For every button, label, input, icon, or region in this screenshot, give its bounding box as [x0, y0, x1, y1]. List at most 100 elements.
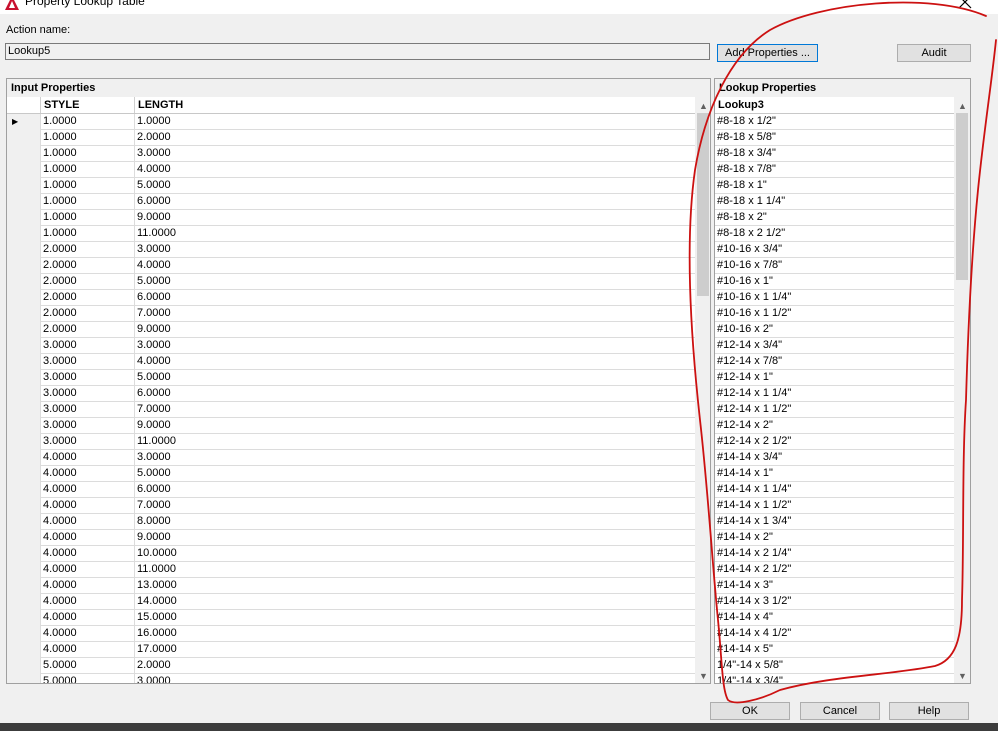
cell-lookup3[interactable]: #12-14 x 2 1/2" — [715, 434, 954, 450]
row-selector[interactable] — [7, 242, 41, 258]
row-selector[interactable] — [7, 322, 41, 338]
table-row[interactable]: 1.0000 2.0000 — [7, 130, 695, 146]
cell-lookup3[interactable]: #8-18 x 7/8" — [715, 162, 954, 178]
cell-style[interactable]: 4.0000 — [41, 450, 135, 466]
table-row[interactable]: 1.0000 3.0000 — [7, 146, 695, 162]
input-scrollbar-thumb[interactable] — [697, 113, 709, 296]
cell-style[interactable]: 4.0000 — [41, 610, 135, 626]
table-row[interactable]: 5.0000 2.0000 — [7, 658, 695, 674]
cell-length[interactable]: 13.0000 — [135, 578, 695, 594]
table-row[interactable]: 4.0000 3.0000 — [7, 450, 695, 466]
table-row[interactable]: #12-14 x 2 1/2" — [715, 434, 954, 450]
cell-lookup3[interactable]: #14-14 x 1 1/4" — [715, 482, 954, 498]
cell-style[interactable]: 3.0000 — [41, 402, 135, 418]
cell-length[interactable]: 11.0000 — [135, 226, 695, 242]
table-row[interactable]: 4.0000 17.0000 — [7, 642, 695, 658]
row-selector[interactable] — [7, 290, 41, 306]
table-row[interactable]: 1.0000 5.0000 — [7, 178, 695, 194]
table-row[interactable]: #8-18 x 1 1/4" — [715, 194, 954, 210]
row-selector[interactable] — [7, 306, 41, 322]
table-row[interactable]: 3.0000 6.0000 — [7, 386, 695, 402]
table-row[interactable]: #14-14 x 5" — [715, 642, 954, 658]
table-row[interactable]: 2.0000 4.0000 — [7, 258, 695, 274]
table-row[interactable]: #10-16 x 1" — [715, 274, 954, 290]
cell-style[interactable]: 4.0000 — [41, 514, 135, 530]
cell-length[interactable]: 2.0000 — [135, 130, 695, 146]
table-row[interactable]: 4.0000 6.0000 — [7, 482, 695, 498]
table-row[interactable]: #8-18 x 5/8" — [715, 130, 954, 146]
table-row[interactable]: 1.0000 11.0000 — [7, 226, 695, 242]
row-selector[interactable] — [7, 658, 41, 674]
column-header-style[interactable]: STYLE — [41, 97, 135, 113]
row-selector[interactable] — [7, 370, 41, 386]
table-row[interactable]: 4.0000 14.0000 — [7, 594, 695, 610]
add-properties-button[interactable]: Add Properties ... — [717, 44, 818, 62]
table-row[interactable]: #12-14 x 1" — [715, 370, 954, 386]
row-selector[interactable] — [7, 530, 41, 546]
cell-length[interactable]: 8.0000 — [135, 514, 695, 530]
input-scrollbar[interactable]: ▲ ▼ — [695, 97, 710, 683]
cell-lookup3[interactable]: #14-14 x 5" — [715, 642, 954, 658]
cell-length[interactable]: 4.0000 — [135, 354, 695, 370]
cell-lookup3[interactable]: #14-14 x 4" — [715, 610, 954, 626]
cell-style[interactable]: 2.0000 — [41, 290, 135, 306]
cell-length[interactable]: 9.0000 — [135, 322, 695, 338]
row-selector[interactable] — [7, 434, 41, 450]
cell-length[interactable]: 15.0000 — [135, 610, 695, 626]
cell-style[interactable]: 4.0000 — [41, 482, 135, 498]
table-row[interactable]: 1/4"-14 x 3/4" — [715, 674, 954, 683]
cell-length[interactable]: 5.0000 — [135, 370, 695, 386]
table-row[interactable]: #14-14 x 1 1/4" — [715, 482, 954, 498]
cell-lookup3[interactable]: #14-14 x 3/4" — [715, 450, 954, 466]
cell-lookup3[interactable]: #8-18 x 1 1/4" — [715, 194, 954, 210]
table-row[interactable]: #14-14 x 3" — [715, 578, 954, 594]
cell-style[interactable]: 1.0000 — [41, 130, 135, 146]
table-row[interactable]: #14-14 x 4" — [715, 610, 954, 626]
table-row[interactable]: 4.0000 16.0000 — [7, 626, 695, 642]
cell-style[interactable]: 4.0000 — [41, 642, 135, 658]
table-row[interactable]: #10-16 x 1 1/4" — [715, 290, 954, 306]
cell-style[interactable]: 4.0000 — [41, 546, 135, 562]
cell-lookup3[interactable]: #14-14 x 3" — [715, 578, 954, 594]
row-selector[interactable] — [7, 562, 41, 578]
table-row[interactable]: #12-14 x 1 1/4" — [715, 386, 954, 402]
cell-lookup3[interactable]: #14-14 x 2 1/2" — [715, 562, 954, 578]
table-row[interactable]: 1/4"-14 x 5/8" — [715, 658, 954, 674]
cell-lookup3[interactable]: #14-14 x 4 1/2" — [715, 626, 954, 642]
cell-length[interactable]: 4.0000 — [135, 162, 695, 178]
cell-lookup3[interactable]: #12-14 x 2" — [715, 418, 954, 434]
table-row[interactable]: #8-18 x 3/4" — [715, 146, 954, 162]
table-row[interactable]: #14-14 x 3/4" — [715, 450, 954, 466]
row-selector[interactable] — [7, 482, 41, 498]
cell-style[interactable]: 3.0000 — [41, 434, 135, 450]
scroll-up-arrow-icon[interactable]: ▲ — [958, 101, 967, 111]
row-selector[interactable] — [7, 226, 41, 242]
cell-lookup3[interactable]: #14-14 x 2 1/4" — [715, 546, 954, 562]
table-row[interactable]: 2.0000 9.0000 — [7, 322, 695, 338]
table-row[interactable]: 1.0000 9.0000 — [7, 210, 695, 226]
cell-lookup3[interactable]: #8-18 x 3/4" — [715, 146, 954, 162]
cell-length[interactable]: 7.0000 — [135, 306, 695, 322]
cell-lookup3[interactable]: #14-14 x 1 3/4" — [715, 514, 954, 530]
cell-lookup3[interactable]: #12-14 x 7/8" — [715, 354, 954, 370]
lookup-scrollbar[interactable]: ▲ ▼ — [954, 97, 970, 683]
cell-length[interactable]: 3.0000 — [135, 338, 695, 354]
table-row[interactable]: #14-14 x 4 1/2" — [715, 626, 954, 642]
cancel-button[interactable]: Cancel — [800, 702, 880, 720]
cell-length[interactable]: 6.0000 — [135, 386, 695, 402]
table-row[interactable]: #10-16 x 2" — [715, 322, 954, 338]
table-row[interactable]: #8-18 x 1" — [715, 178, 954, 194]
row-selector[interactable] — [7, 274, 41, 290]
row-selector[interactable] — [7, 674, 41, 683]
cell-style[interactable]: 3.0000 — [41, 386, 135, 402]
table-row[interactable]: 2.0000 5.0000 — [7, 274, 695, 290]
audit-button[interactable]: Audit — [897, 44, 971, 62]
lookup-scrollbar-thumb[interactable] — [956, 113, 968, 280]
cell-length[interactable]: 6.0000 — [135, 290, 695, 306]
cell-length[interactable]: 5.0000 — [135, 466, 695, 482]
row-selector[interactable] — [7, 594, 41, 610]
cell-style[interactable]: 5.0000 — [41, 658, 135, 674]
table-row[interactable]: 4.0000 5.0000 — [7, 466, 695, 482]
cell-length[interactable]: 9.0000 — [135, 530, 695, 546]
table-row[interactable]: #14-14 x 1 1/2" — [715, 498, 954, 514]
